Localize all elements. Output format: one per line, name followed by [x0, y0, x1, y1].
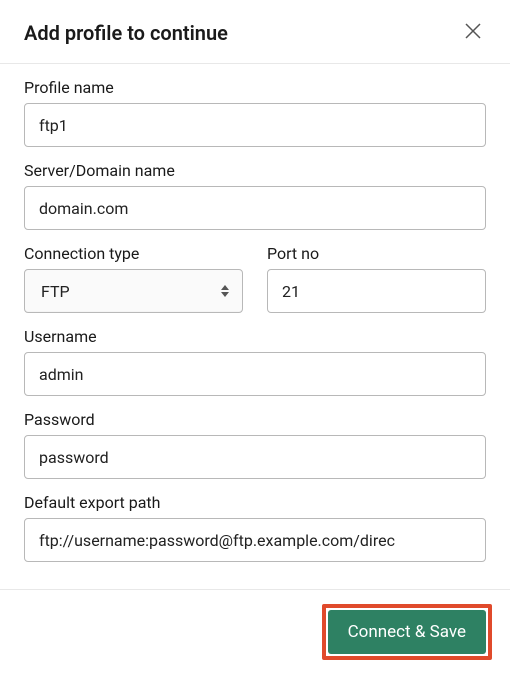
port-input[interactable] [267, 269, 486, 313]
add-profile-dialog: Add profile to continue Profile name Ser… [0, 0, 510, 674]
server-domain-label: Server/Domain name [24, 161, 486, 180]
connection-port-row: Connection type Port no [24, 244, 486, 313]
close-icon [464, 22, 482, 43]
connection-type-field: Connection type [24, 244, 243, 313]
export-path-field: Default export path [24, 493, 486, 562]
profile-name-field: Profile name [24, 78, 486, 147]
username-label: Username [24, 327, 486, 346]
profile-name-input[interactable] [24, 103, 486, 147]
dialog-header: Add profile to continue [0, 0, 510, 64]
export-path-label: Default export path [24, 493, 486, 512]
export-path-input[interactable] [24, 518, 486, 562]
password-input[interactable] [24, 435, 486, 479]
dialog-footer: Connect & Save [0, 589, 510, 674]
server-domain-field: Server/Domain name [24, 161, 486, 230]
connection-type-select-wrap [24, 269, 243, 313]
connect-save-button[interactable]: Connect & Save [328, 610, 486, 654]
profile-name-label: Profile name [24, 78, 486, 97]
form-body: Profile name Server/Domain name Connecti… [0, 64, 510, 589]
highlight-frame: Connect & Save [322, 604, 492, 660]
connection-type-select[interactable] [24, 269, 243, 313]
connection-type-label: Connection type [24, 244, 243, 263]
close-button[interactable] [460, 18, 486, 47]
username-field: Username [24, 327, 486, 396]
dialog-title: Add profile to continue [24, 21, 228, 45]
server-domain-input[interactable] [24, 186, 486, 230]
password-field: Password [24, 410, 486, 479]
port-field: Port no [267, 244, 486, 313]
port-label: Port no [267, 244, 486, 263]
password-label: Password [24, 410, 486, 429]
username-input[interactable] [24, 352, 486, 396]
